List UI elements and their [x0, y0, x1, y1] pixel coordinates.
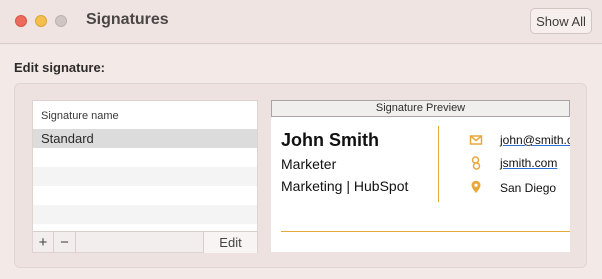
- signature-organization: Marketing | HubSpot: [281, 178, 409, 194]
- show-all-button[interactable]: Show All: [530, 8, 592, 34]
- edit-signature-label: Edit signature:: [14, 60, 106, 75]
- signature-list-header: Signature name: [41, 110, 119, 122]
- mail-icon: [469, 133, 483, 147]
- title-bar: Signatures Show All: [0, 0, 602, 44]
- signature-location: San Diego: [500, 181, 557, 195]
- empty-list-row: [33, 186, 257, 205]
- signature-vertical-divider: [438, 126, 439, 202]
- remove-signature-button[interactable]: −: [54, 232, 76, 253]
- signature-preview: Signature Preview John Smith Marketer Ma…: [271, 100, 570, 252]
- signature-email-link[interactable]: john@smith.c: [500, 133, 570, 147]
- link-icon: [469, 156, 483, 170]
- zoom-window-button[interactable]: [55, 15, 67, 27]
- close-window-button[interactable]: [15, 15, 27, 27]
- signature-list: Signature name Standard + − Edit: [32, 100, 258, 253]
- signature-name: John Smith: [281, 130, 379, 150]
- window-title: Signatures: [86, 11, 169, 28]
- empty-list-row: [33, 205, 257, 224]
- edit-signature-button[interactable]: Edit: [203, 232, 257, 253]
- add-signature-button[interactable]: +: [33, 232, 54, 253]
- signature-horizontal-divider: [281, 231, 570, 232]
- empty-list-row: [33, 167, 257, 186]
- empty-list-row: [33, 148, 257, 167]
- signature-list-item[interactable]: Standard: [33, 129, 257, 148]
- signature-preview-header: Signature Preview: [271, 100, 570, 117]
- location-pin-icon: [469, 180, 483, 194]
- signature-website-link[interactable]: jsmith.com: [500, 156, 557, 170]
- signature-role: Marketer: [281, 156, 337, 172]
- list-toolbar: + − Edit: [33, 231, 257, 253]
- minimize-window-button[interactable]: [35, 15, 47, 27]
